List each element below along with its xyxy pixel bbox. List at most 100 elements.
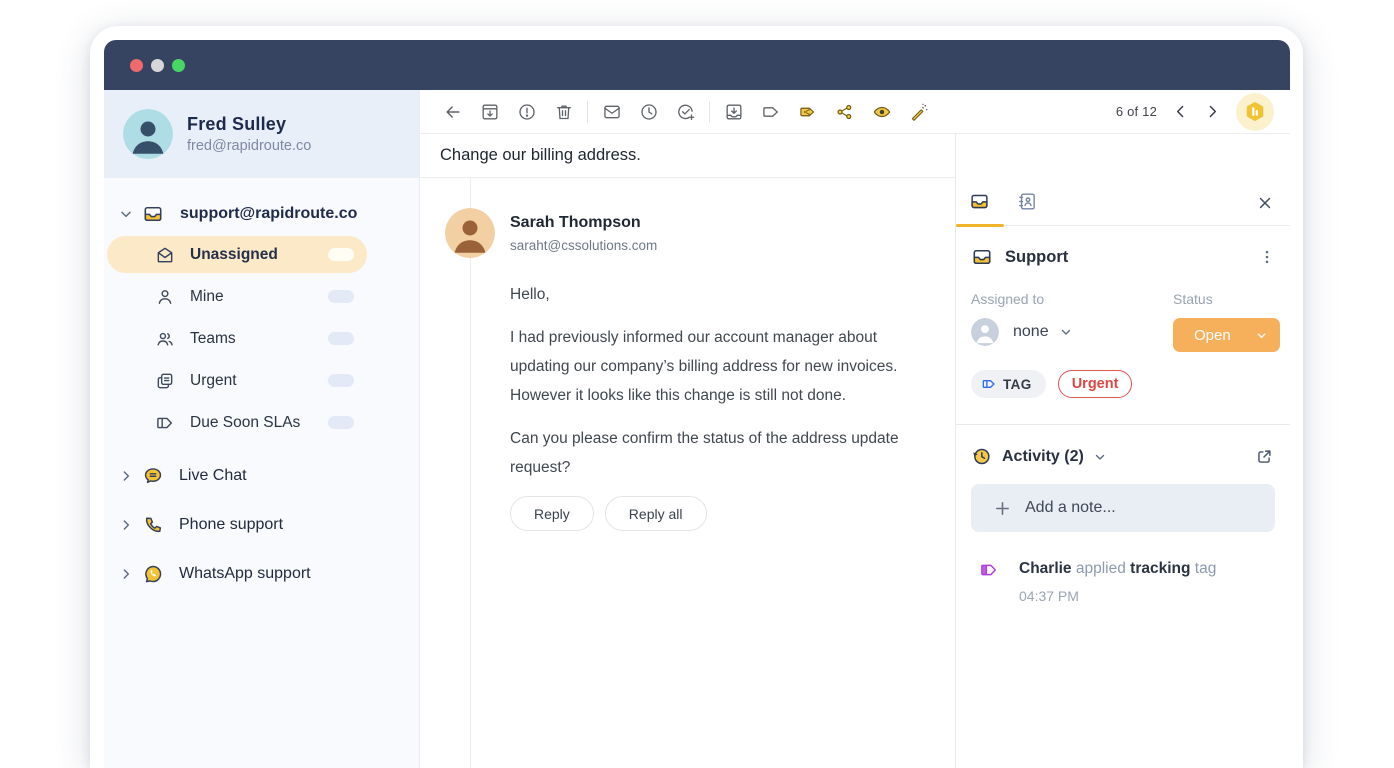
maximize-window-button[interactable] (172, 59, 185, 72)
sidebar-item-label: Mine (190, 288, 224, 306)
kebab-menu-icon[interactable] (1258, 248, 1276, 266)
activity-header: Activity (2) (956, 425, 1290, 467)
urgent-chip-label: Urgent (1072, 376, 1119, 392)
channel-label: Live Chat (179, 467, 247, 485)
app-body: Fred Sulley fred@rapidroute.co support@r… (104, 90, 1290, 768)
snooze-icon[interactable] (630, 96, 667, 128)
user-email: fred@rapidroute.co (187, 138, 311, 154)
toolbar-divider (587, 101, 588, 123)
sidebar-item-mine[interactable]: Mine (107, 278, 367, 315)
reply-button[interactable]: Reply (510, 496, 594, 531)
user-card: Fred Sulley fred@rapidroute.co (104, 90, 419, 178)
sidebar-mailbox-support[interactable]: support@rapidroute.co (104, 194, 419, 234)
sidebar-item-urgent[interactable]: Urgent (107, 362, 367, 399)
inbox-icon (142, 203, 164, 225)
tab-contact-details[interactable] (1017, 191, 1052, 212)
active-tab-underline (956, 224, 1004, 227)
sender-avatar (445, 208, 495, 258)
panel-inbox-row: Support (956, 226, 1290, 268)
mail-icon[interactable] (593, 96, 630, 128)
contact-card-icon (1017, 191, 1038, 212)
unread-pill (328, 248, 354, 261)
hiver-account-avatar[interactable] (1236, 93, 1274, 131)
assignee-avatar-placeholder (971, 318, 999, 346)
panel-tabs (956, 134, 1290, 226)
chevron-down-icon[interactable] (1093, 450, 1107, 464)
tag-chip-label: TAG (1003, 377, 1032, 392)
activity-entry: Charlie applied tracking tag 04:37 PM (956, 532, 1290, 604)
chevron-right-icon (118, 468, 134, 484)
chevron-right-icon (118, 517, 134, 533)
sidebar-item-label: Due Soon SLAs (190, 414, 300, 432)
channel-label: Phone support (179, 516, 283, 534)
open-activity-external-icon[interactable] (1255, 447, 1274, 466)
activity-suffix: tag (1190, 560, 1216, 577)
sidebar-item-phone-support[interactable]: Phone support (104, 500, 419, 549)
minimize-window-button[interactable] (151, 59, 164, 72)
content-area: 6 of 12 Change our billing address. (420, 90, 1290, 768)
user-name: Fred Sulley (187, 114, 311, 135)
sidebar-item-live-chat[interactable]: Live Chat (104, 451, 419, 500)
urgent-tag-chip[interactable]: Urgent (1058, 370, 1133, 398)
mailbox-label: support@rapidroute.co (180, 205, 357, 223)
assignee-selector[interactable]: none (971, 318, 1173, 346)
open-mail-icon (155, 245, 175, 265)
unread-pill (328, 416, 354, 429)
report-icon[interactable] (508, 96, 545, 128)
activity-action: applied (1072, 560, 1131, 577)
assignee-value: none (1013, 323, 1049, 341)
add-tag-chip[interactable]: TAG (971, 370, 1046, 398)
trash-icon[interactable] (545, 96, 582, 128)
assigned-to-label: Assigned to (971, 291, 1173, 307)
sidebar-item-label: Unassigned (190, 246, 278, 264)
panel-inbox-name: Support (1005, 248, 1068, 267)
archive-icon[interactable] (471, 96, 508, 128)
sidebar-item-whatsapp-support[interactable]: WhatsApp support (104, 549, 419, 598)
back-icon[interactable] (434, 96, 471, 128)
toolbar-divider (709, 101, 710, 123)
copies-icon (155, 371, 175, 391)
reply-all-button[interactable]: Reply all (605, 496, 707, 531)
close-conversation-icon[interactable] (667, 96, 704, 128)
assigned-to-block: Assigned to none (971, 291, 1173, 352)
activity-history-icon (971, 446, 992, 467)
phone-icon (142, 514, 164, 536)
activity-target: tracking (1130, 560, 1190, 577)
status-value: Open (1194, 327, 1231, 344)
shared-tag-icon[interactable] (789, 96, 826, 128)
user-avatar (123, 109, 173, 159)
activity-timestamp: 04:37 PM (1019, 588, 1216, 604)
message-paragraph: Can you please confirm the status of the… (510, 424, 918, 482)
automation-icon[interactable] (900, 96, 937, 128)
status-block: Status Open (1173, 291, 1280, 352)
share-icon[interactable] (826, 96, 863, 128)
plus-icon (994, 500, 1011, 517)
message-body: Hello, I had previously informed our acc… (510, 280, 918, 531)
previous-conversation-icon[interactable] (1172, 103, 1189, 120)
tag-icon (981, 376, 997, 392)
sidebar-item-unassigned[interactable]: Unassigned (107, 236, 367, 273)
tag-icon[interactable] (752, 96, 789, 128)
unread-pill (328, 332, 354, 345)
inbox-icon (969, 191, 990, 212)
chevron-down-icon (1059, 325, 1073, 339)
window-titlebar (104, 40, 1290, 90)
tags-row: TAG Urgent (956, 352, 1290, 398)
close-window-button[interactable] (130, 59, 143, 72)
subscribers-icon[interactable] (863, 96, 900, 128)
chat-bubble-icon (142, 465, 164, 487)
next-conversation-icon[interactable] (1204, 103, 1221, 120)
status-dropdown-button[interactable]: Open (1173, 318, 1280, 352)
thread-timeline (470, 178, 471, 768)
people-icon (155, 329, 175, 349)
add-note-input[interactable]: Add a note... (971, 484, 1275, 532)
sidebar-item-teams[interactable]: Teams (107, 320, 367, 357)
close-panel-icon[interactable] (1256, 194, 1274, 212)
sidebar-item-due-soon-slas[interactable]: Due Soon SLAs (107, 404, 367, 441)
details-panel: Support Assigned to none (955, 134, 1290, 768)
whatsapp-icon (142, 563, 164, 585)
move-to-icon[interactable] (715, 96, 752, 128)
tab-inbox-details[interactable] (969, 191, 1004, 212)
unread-pill (328, 374, 354, 387)
pagination-count: 6 of 12 (1116, 104, 1157, 119)
